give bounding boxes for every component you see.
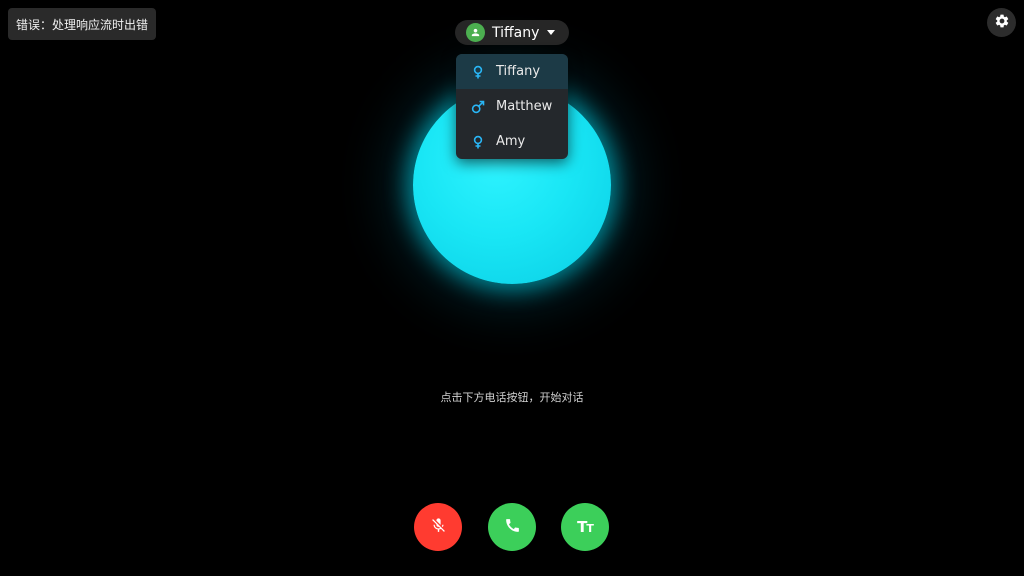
voice-option-amy[interactable]: Amy [456, 124, 568, 159]
start-call-button[interactable] [488, 503, 536, 551]
female-icon [471, 135, 485, 149]
text-size-icon: TT [577, 518, 594, 536]
male-icon [471, 100, 485, 114]
voice-selector[interactable]: Tiffany [455, 20, 569, 45]
start-conversation-hint: 点击下方电话按钮，开始对话 [440, 391, 584, 404]
selected-voice-name: Tiffany [492, 24, 540, 41]
voice-chat-page: 错误：处理响应流时出错 Tiffany Tiffany Matthew Amy … [0, 0, 1024, 576]
mic-off-icon [430, 517, 447, 538]
error-toast: 错误：处理响应流时出错 [8, 8, 157, 40]
phone-icon [504, 517, 521, 538]
voice-dropdown-menu: Tiffany Matthew Amy [456, 54, 568, 159]
voice-option-label: Tiffany [496, 64, 541, 79]
error-toast-text: 错误：处理响应流时出错 [16, 17, 149, 32]
voice-option-label: Matthew [496, 99, 553, 114]
settings-button[interactable] [987, 8, 1016, 37]
voice-option-tiffany[interactable]: Tiffany [456, 54, 568, 89]
chevron-down-icon [547, 30, 556, 35]
voice-option-matthew[interactable]: Matthew [456, 89, 568, 124]
voice-option-label: Amy [496, 134, 526, 149]
person-icon [466, 23, 485, 42]
female-icon [471, 65, 485, 79]
gear-icon [994, 13, 1010, 33]
mute-microphone-button[interactable] [414, 503, 462, 551]
text-mode-button[interactable]: TT [561, 503, 609, 551]
